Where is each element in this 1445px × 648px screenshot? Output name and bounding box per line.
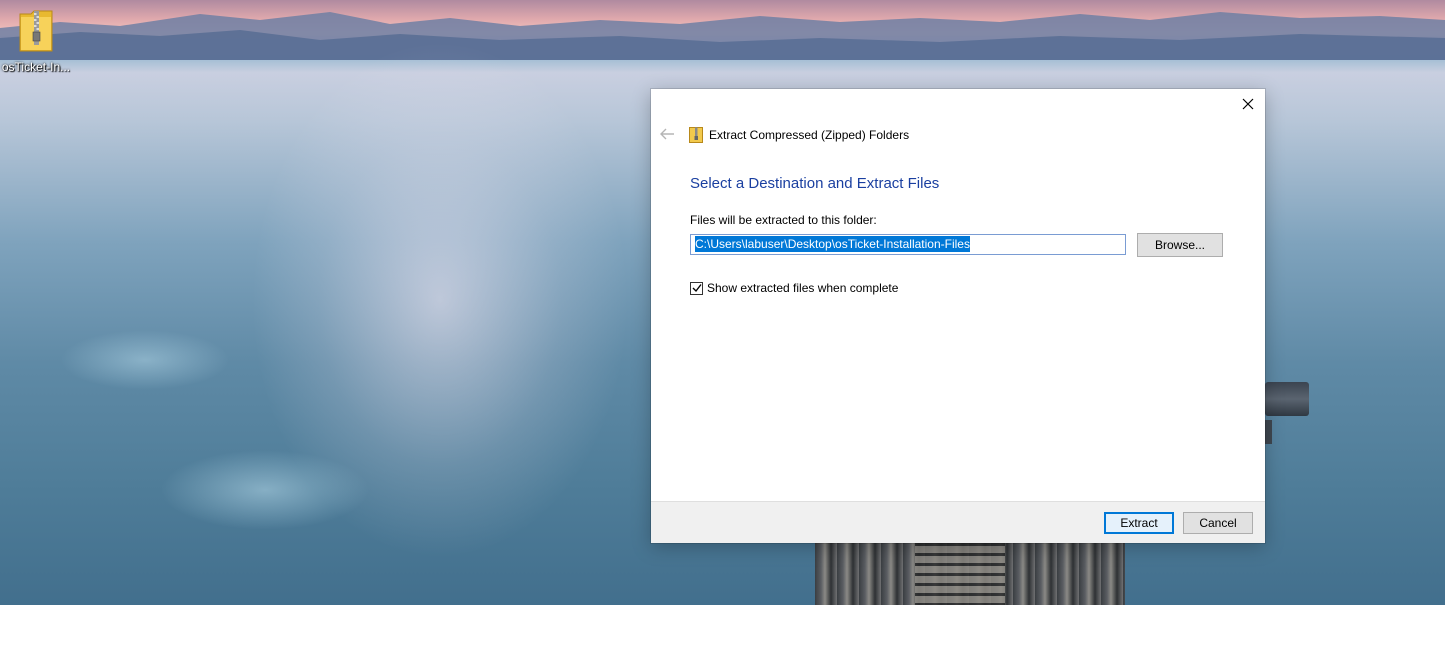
extract-dialog: Extract Compressed (Zipped) Folders Sele… [651,89,1265,543]
back-button[interactable] [658,126,676,142]
wallpaper-rock [1265,382,1309,416]
close-icon [1242,98,1254,110]
back-arrow-icon [660,128,674,140]
extract-button[interactable]: Extract [1104,512,1174,534]
zip-folder-icon [19,10,53,52]
wizard-title: Extract Compressed (Zipped) Folders [689,126,909,144]
dialog-footer: Extract Cancel [651,501,1265,543]
show-files-checkbox[interactable] [690,281,703,295]
browse-button[interactable]: Browse... [1137,233,1223,257]
checkmark-icon [692,284,702,293]
show-files-option[interactable]: Show extracted files when complete [690,281,898,295]
desktop-icon-label: osTicket-In... [1,60,71,74]
show-files-label: Show extracted files when complete [707,281,899,295]
wallpaper-mist [160,450,370,530]
destination-path-selected-text: C:\Users\labuser\Desktop\osTicket-Instal… [695,236,970,252]
wizard-title-text: Extract Compressed (Zipped) Folders [709,128,910,142]
destination-label: Files will be extracted to this folder: [690,213,877,227]
destination-path-input[interactable]: C:\Users\labuser\Desktop\osTicket-Instal… [690,234,1126,255]
wallpaper-mist [60,330,230,390]
desktop-icon-zip[interactable]: osTicket-In... [0,8,72,78]
zip-folder-icon [689,127,703,143]
close-button[interactable] [1231,89,1265,119]
dialog-heading: Select a Destination and Extract Files [690,175,940,192]
wallpaper-pier-rail [915,543,1005,605]
wallpaper-rock [1265,420,1272,444]
cancel-button[interactable]: Cancel [1183,512,1253,534]
wallpaper-mountains [0,12,1445,60]
